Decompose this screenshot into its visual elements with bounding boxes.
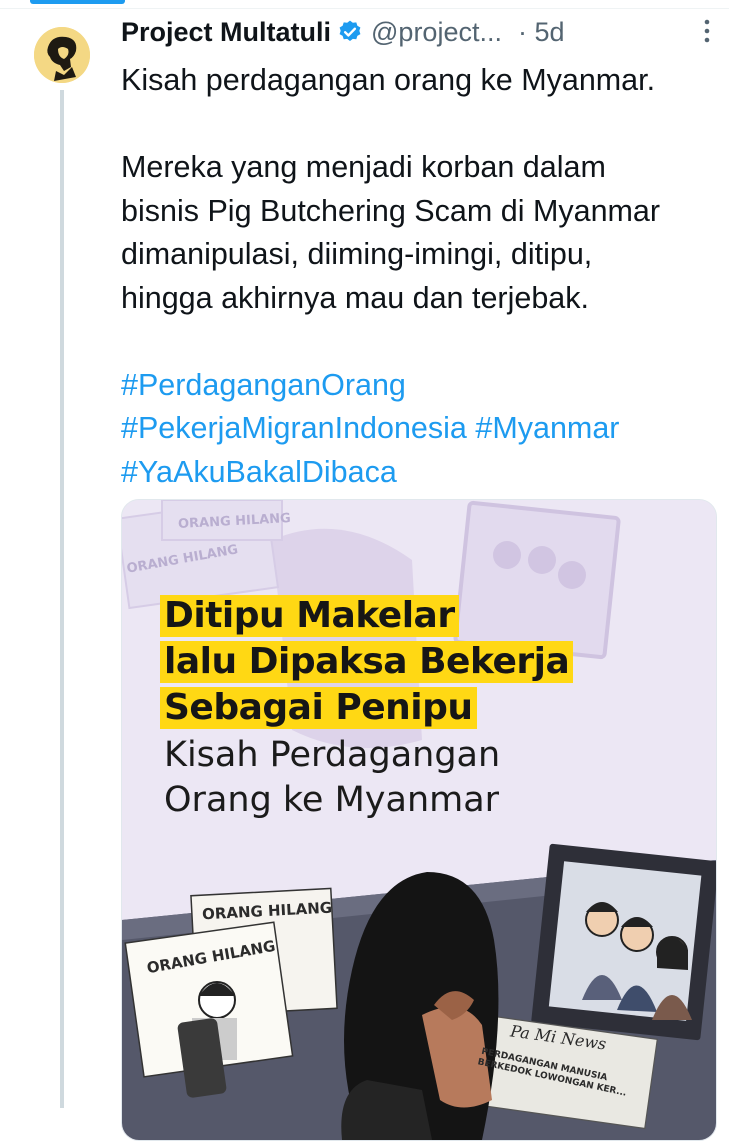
hashtag-link[interactable]: #Myanmar	[475, 411, 619, 445]
tweet-line: dimanipulasi, diiming-imingi, ditipu,	[121, 237, 593, 271]
headline-line: Ditipu Makelar	[160, 595, 459, 637]
hashtag-link[interactable]: #PekerjaMigranIndonesia	[121, 411, 467, 445]
tweet-timestamp[interactable]: · 5d	[518, 17, 565, 48]
tweet-line: hingga akhirnya mau dan terjebak.	[121, 280, 589, 315]
thread-connector-line	[60, 90, 64, 1108]
subheadline-line: Orang ke Myanmar	[164, 780, 500, 820]
author-name[interactable]: Project Multatuli	[121, 17, 331, 48]
tweet-body: Kisah perdagangan orang ke Myanmar. Mere…	[121, 59, 721, 494]
tweet-media-image[interactable]: ORANG HILANG ORANG HILANG Ditipu Makelar…	[121, 499, 717, 1141]
avatar[interactable]	[34, 27, 90, 83]
tweet-line: bisnis Pig Butchering Scam di Myanmar	[121, 193, 661, 228]
top-divider	[0, 8, 729, 9]
headline-line: Sebagai Penipu	[160, 687, 477, 729]
subheadline-line: Kisah Perdagangan	[164, 735, 501, 775]
avatar-portrait-icon	[34, 27, 90, 83]
active-tab-indicator	[30, 0, 125, 4]
tweet-line: Mereka yang menjadi korban dalam	[121, 150, 606, 184]
tweet-line: Kisah perdagangan orang ke Myanmar.	[121, 63, 656, 97]
verified-badge-icon	[339, 20, 361, 41]
hashtag-link[interactable]: #PerdaganganOrang	[121, 368, 406, 402]
headline-line: lalu Dipaksa Bekerja	[160, 641, 574, 683]
hashtag-link[interactable]: #YaAkuBakalDibaca	[121, 455, 397, 489]
more-options-icon[interactable]	[703, 18, 711, 44]
media-headline: Ditipu Makelar lalu Dipaksa Bekerja Seba…	[160, 595, 574, 823]
author-handle[interactable]: @project...	[371, 17, 502, 48]
tweet-header: Project Multatuli @project... · 5d	[121, 12, 721, 52]
